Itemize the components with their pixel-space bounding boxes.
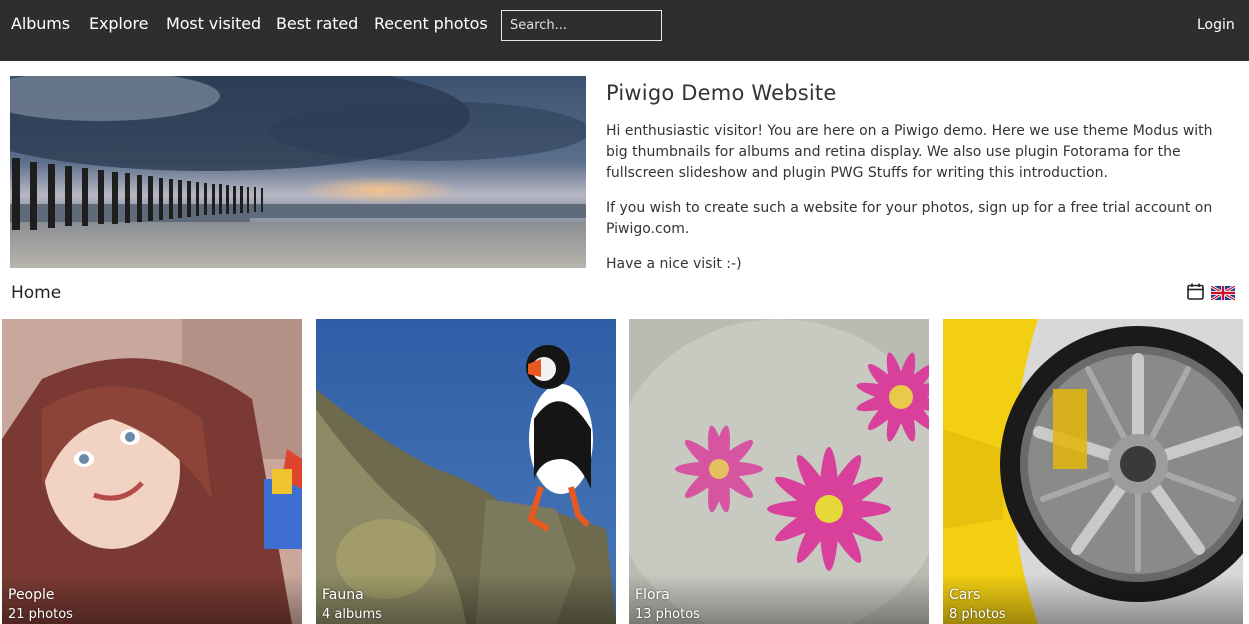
intro-title: Piwigo Demo Website	[606, 81, 837, 105]
album-tile-fauna[interactable]: Fauna 4 albums	[316, 319, 616, 624]
breadcrumb[interactable]: Home	[11, 282, 61, 304]
album-tile-flora[interactable]: Flora 13 photos	[629, 319, 929, 624]
nav-best-rated[interactable]: Best rated	[276, 13, 358, 35]
album-name[interactable]: People	[8, 586, 55, 604]
album-name[interactable]: Flora	[635, 586, 670, 604]
intro-section: Piwigo Demo Website Hi enthusiastic visi…	[606, 78, 1236, 289]
intro-paragraph: Have a nice visit :-)	[606, 256, 742, 272]
search-input[interactable]	[501, 10, 662, 41]
album-tile-people[interactable]: People 21 photos	[2, 319, 302, 624]
nav-albums[interactable]: Albums	[11, 13, 70, 35]
album-count: 8 photos	[949, 607, 1006, 622]
intro-paragraph: Hi enthusiastic visitor! You are here on…	[606, 123, 1213, 181]
album-name[interactable]: Cars	[949, 586, 980, 604]
nav-most-visited[interactable]: Most visited	[166, 13, 261, 35]
nav-explore[interactable]: Explore	[89, 13, 148, 35]
album-count: 4 albums	[322, 607, 382, 622]
album-count: 21 photos	[8, 607, 73, 622]
nav-recent-photos[interactable]: Recent photos	[374, 13, 488, 35]
uk-flag-icon[interactable]	[1210, 284, 1236, 302]
login-link[interactable]: Login	[1197, 15, 1235, 35]
album-name[interactable]: Fauna	[322, 586, 364, 604]
top-navbar: Albums Explore Most visited Best rated R…	[0, 0, 1249, 61]
calendar-icon[interactable]	[1187, 283, 1204, 300]
album-count: 13 photos	[635, 607, 700, 622]
intro-paragraph: If you wish to create such a website for…	[606, 200, 1213, 237]
album-tile-cars[interactable]: Cars 8 photos	[943, 319, 1243, 624]
banner-image	[10, 76, 586, 268]
